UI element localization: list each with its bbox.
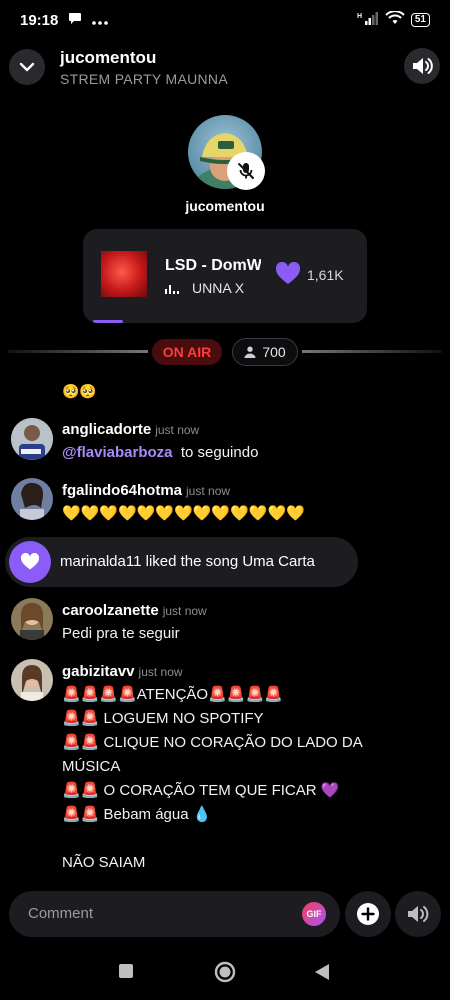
chevron-down-icon [19,62,35,72]
song-artist: UNNA X [192,280,245,296]
song-progress [93,320,123,323]
heart-icon [20,553,40,570]
home-button[interactable] [214,961,236,988]
minimize-button[interactable] [9,49,45,85]
now-playing-card[interactable]: LSD - DomWa UNNA X 1,61K [83,229,367,323]
system-nav-bar [0,950,450,1000]
chat-timestamp: just now [155,423,200,437]
room-name: STREM PARTY MAUNNA [60,71,228,87]
divider-right [302,350,442,353]
song-like-text: marinalda11 liked the song Uma Carta [60,553,315,570]
speaker-button[interactable] [404,48,440,84]
chat-username[interactable]: fgalindo64hotma just now [62,482,230,499]
room-header: jucomentou STREM PARTY MAUNNA [0,42,450,94]
square-icon [119,964,133,978]
wifi-icon [385,9,405,30]
battery-indicator: 51 [410,13,430,27]
host-name: jucomentou [185,198,265,214]
song-like-count: 1,61K [307,267,344,283]
heart-badge [9,541,51,583]
back-icon [315,964,329,980]
album-art [101,251,147,297]
on-air-badge: ON AIR [152,339,222,365]
mic-off-icon [238,163,254,179]
recents-button[interactable] [118,963,134,984]
add-button[interactable] [345,891,391,937]
chat-timestamp: just now [186,484,231,498]
gif-button[interactable]: GIF [302,902,326,926]
listener-count-badge[interactable]: 700 [232,338,298,366]
plus-icon [357,903,379,925]
avatar[interactable] [11,598,53,640]
circle-icon [214,961,236,983]
more-notifications-icon [92,12,109,29]
back-button[interactable] [313,962,331,987]
signal-icon: H [357,11,379,30]
like-song-button[interactable] [275,261,301,291]
sound-icon [408,906,429,922]
avatar[interactable] [11,478,53,520]
comment-placeholder: Comment [28,905,94,922]
speaker-icon [413,58,433,74]
chat-message-text: 🚨🚨🚨🚨ATENÇÃO🚨🚨🚨🚨 🚨🚨 LOGUEM NO SPOTIFY 🚨🚨 … [62,686,363,871]
song-like-event: marinalda11 liked the song Uma Carta [5,537,358,587]
chat-timestamp: just now [138,665,183,679]
sound-effects-button[interactable] [395,891,441,937]
chat-timestamp: just now [162,604,207,618]
avatar[interactable] [11,418,53,460]
status-time: 19:18 [20,11,59,29]
divider-left [8,350,148,353]
chat-username[interactable]: anglicadorte just now [62,421,199,438]
svg-text:H: H [357,13,362,20]
comment-input[interactable]: Comment GIF [9,891,340,937]
song-title: LSD - DomWa [165,257,261,274]
chat-username[interactable]: caroolzanette just now [62,602,207,619]
listener-count: 700 [262,344,286,360]
previous-message-tail: 🥺🥺 [62,383,97,399]
status-bar: 19:18 H 51 [0,0,450,40]
equalizer-icon [165,284,179,294]
chat-message-text: @flaviabarboza to seguindo [62,444,259,461]
room-host-title: jucomentou [60,48,157,67]
avatar[interactable] [11,659,53,701]
heart-icon [275,261,301,284]
user-icon [244,346,256,358]
chat-username[interactable]: gabizitavv just now [62,663,183,680]
chat-notification-icon [68,11,82,29]
chat-message-text: 💛💛💛💛💛💛💛💛💛💛💛💛💛 [62,505,305,522]
mention-link[interactable]: @flaviabarboza [62,444,173,461]
chat-message-text: Pedi pra te seguir [62,625,180,642]
host-muted-badge [227,152,265,190]
